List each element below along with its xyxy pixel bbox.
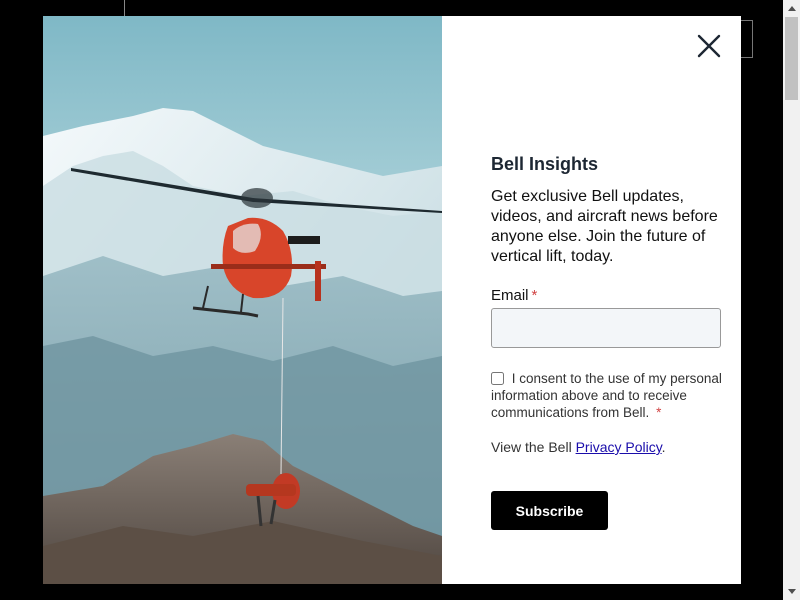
modal-description: Get exclusive Bell updates, videos, and … [491, 188, 718, 265]
scroll-thumb[interactable] [785, 17, 798, 100]
privacy-suffix: . [661, 439, 666, 455]
required-marker: * [531, 287, 538, 304]
consent-text: I consent to the use of my personal info… [491, 371, 722, 420]
scrollbar[interactable] [783, 0, 800, 600]
close-icon[interactable] [697, 34, 721, 58]
subscribe-button[interactable]: Subscribe [491, 491, 608, 530]
background-divider [124, 0, 125, 16]
consent-required-marker: * [656, 405, 662, 420]
signup-panel: Bell Insights Get exclusive Bell updates… [442, 16, 741, 584]
consent-row: I consent to the use of my personal info… [491, 370, 731, 421]
newsletter-modal: Bell Insights Get exclusive Bell updates… [43, 16, 741, 584]
privacy-policy-link[interactable]: Privacy Policy [576, 439, 662, 455]
helicopter-rescue-image [43, 16, 442, 584]
email-field[interactable] [491, 308, 721, 348]
email-label: Email * [491, 287, 537, 304]
privacy-prefix: View the Bell [491, 439, 576, 455]
modal-title: Bell Insights [491, 154, 599, 174]
hero-image [43, 16, 442, 584]
background-element [740, 20, 753, 58]
privacy-notice: View the Bell Privacy Policy. [491, 439, 666, 455]
email-label-text: Email [491, 287, 529, 304]
scroll-down-arrow-icon[interactable] [783, 583, 800, 600]
consent-checkbox[interactable] [491, 372, 504, 385]
scroll-up-arrow-icon[interactable] [783, 0, 800, 17]
